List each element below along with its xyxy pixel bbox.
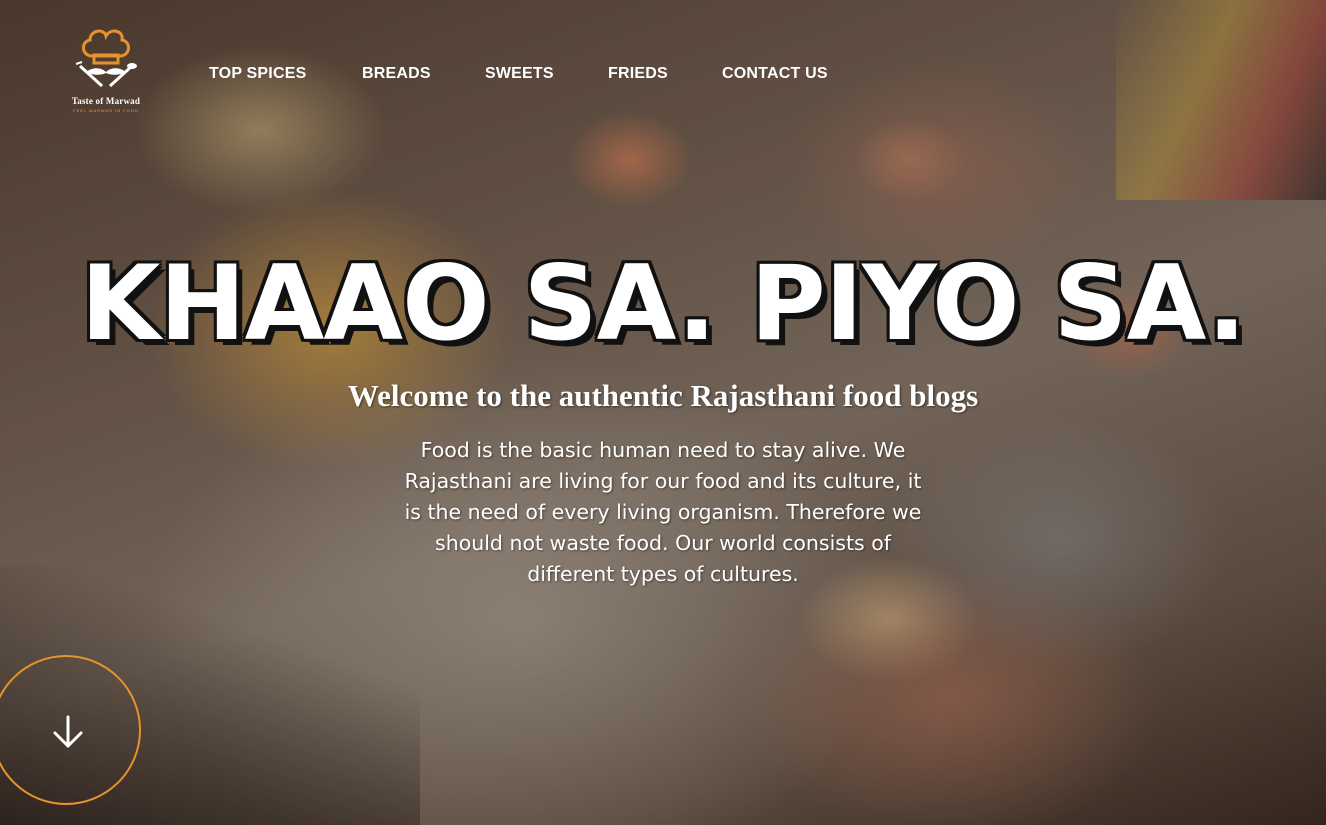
site-logo[interactable]: Taste of Marwad FEEL MARWAD IN FOOD: [56, 26, 156, 118]
hero-section: Taste of Marwad FEEL MARWAD IN FOOD TOP …: [0, 0, 1326, 825]
nav-item-top-spices[interactable]: TOP SPICES: [209, 65, 306, 83]
hero-description: Food is the basic human need to stay ali…: [333, 435, 993, 590]
nav-item-breads[interactable]: BREADS: [362, 65, 431, 83]
logo-tagline: FEEL MARWAD IN FOOD: [73, 108, 139, 113]
hero-headline: KHAAO SA. PIYO SA.: [80, 244, 1247, 364]
description-line: Food is the basic human need to stay ali…: [420, 438, 906, 462]
nav-item-contact-us[interactable]: CONTACT US: [722, 65, 828, 83]
logo-name: Taste of Marwad: [71, 96, 141, 106]
description-line: should not waste food. Our world consist…: [435, 531, 891, 555]
arrow-down-icon: [53, 715, 83, 748]
nav-item-frieds[interactable]: FRIEDS: [608, 65, 668, 83]
description-line: Rajasthani are living for our food and i…: [404, 469, 922, 493]
chef-hat-icon: [75, 29, 137, 88]
nav-item-sweets[interactable]: SWEETS: [485, 65, 554, 83]
description-line: different types of cultures.: [527, 562, 799, 586]
description-line: is the need of every living organism. Th…: [404, 500, 922, 524]
hero-subtitle: Welcome to the authentic Rajasthani food…: [347, 378, 979, 413]
